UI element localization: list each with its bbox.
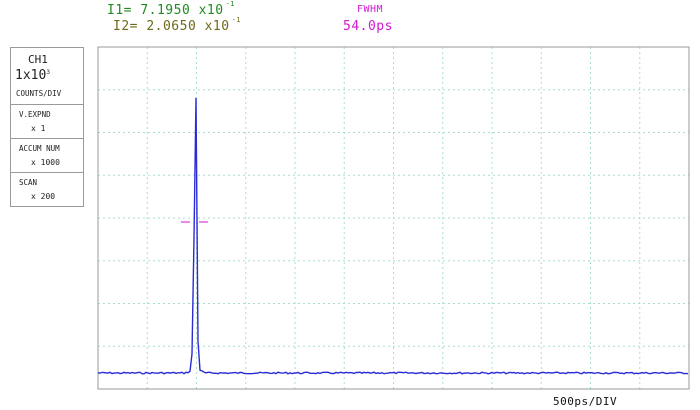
- waveform-plot: [97, 46, 690, 390]
- x-scale-label: 500ps/DIV: [553, 395, 618, 408]
- plot-grid: [98, 47, 689, 389]
